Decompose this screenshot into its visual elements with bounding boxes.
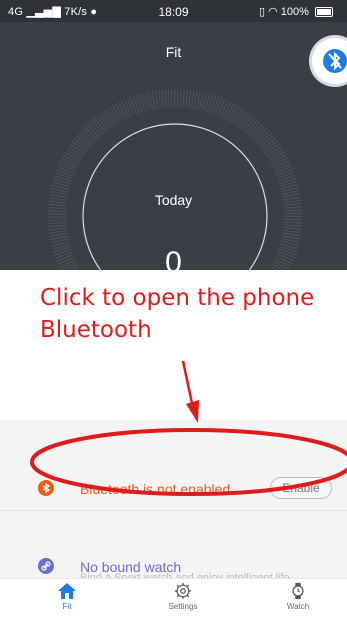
bottom-tab-bar: Fit Settings Watch	[0, 578, 347, 619]
tab-watch[interactable]: Watch	[268, 582, 328, 611]
status-list: Bluetooth is not enabled Enable No bound…	[0, 420, 347, 584]
wifi-icon: ◠	[268, 6, 278, 18]
tab-settings[interactable]: Settings	[153, 582, 213, 611]
annotation-arrow	[181, 360, 199, 423]
tab-fit-label: Fit	[62, 602, 72, 611]
annotation-line-2: Bluetooth	[40, 317, 152, 343]
page-title: Fit	[165, 44, 182, 60]
enable-bluetooth-button[interactable]: Enable	[270, 477, 332, 499]
dial-label: Today	[154, 192, 193, 208]
bluetooth-status-text: Bluetooth is not enabled	[80, 481, 231, 497]
step-count: 0	[165, 246, 182, 270]
vibrate-icon: ▯	[259, 6, 266, 18]
bluetooth-off-icon	[323, 49, 347, 73]
annotation-line-1: Click to open the phone	[40, 285, 315, 311]
tab-fit[interactable]: Fit	[37, 582, 97, 611]
tab-watch-label: Watch	[286, 602, 310, 611]
tab-settings-label: Settings	[168, 602, 198, 611]
step-dial: Today 0	[0, 70, 347, 270]
status-right: ▯ ◠ 100%	[259, 5, 333, 18]
app-header: Fit	[0, 22, 347, 71]
watch-icon	[292, 582, 304, 600]
list-divider	[0, 510, 347, 511]
battery-level: 100%	[280, 6, 309, 18]
link-icon	[38, 558, 54, 574]
battery-icon	[315, 7, 333, 18]
gear-icon	[174, 582, 192, 600]
bluetooth-disabled-icon	[38, 480, 54, 496]
status-bar: 4G ▁▃▅▇ 7K/s ● 18:09 ▯ ◠ 100%	[0, 0, 347, 22]
dial-rings	[48, 89, 302, 270]
home-icon	[58, 583, 76, 599]
annotation-text: Click to open the phone Bluetooth	[40, 282, 340, 346]
bluetooth-status-row[interactable]: Bluetooth is not enabled Enable	[0, 444, 347, 514]
